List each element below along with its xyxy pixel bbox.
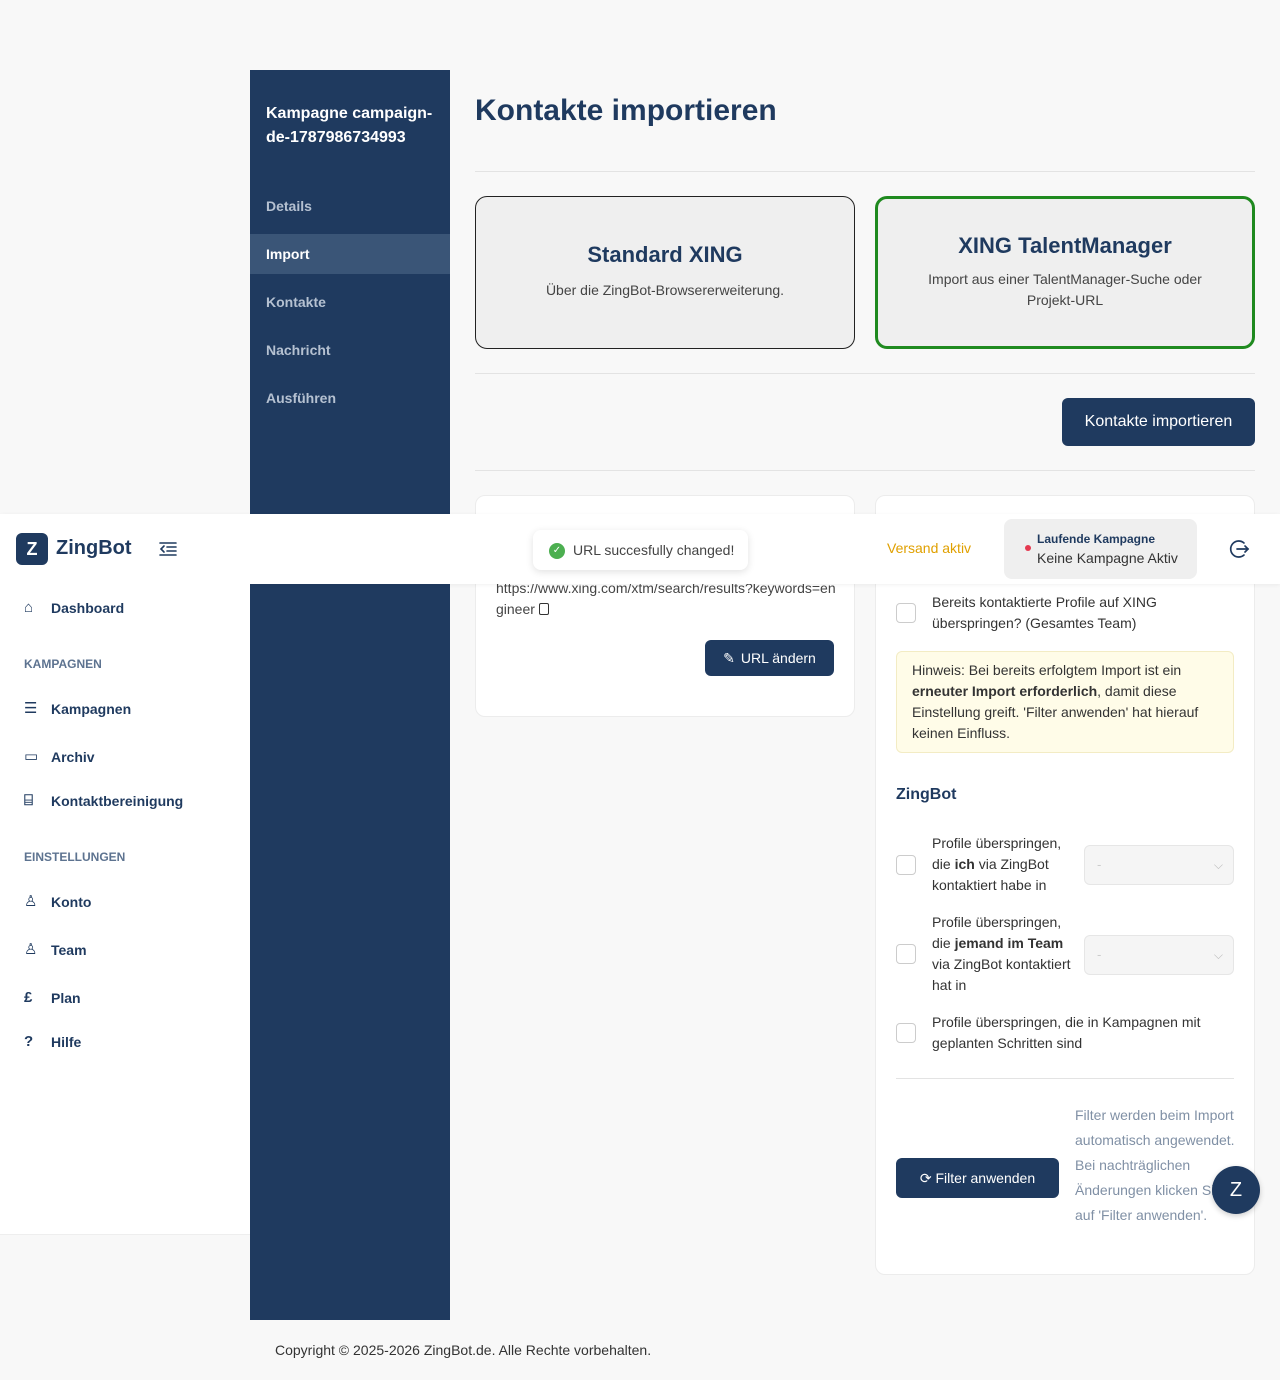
skip-team-label: Profile überspringen, die jemand im Team… [932, 914, 1071, 993]
collapse-menu-icon[interactable] [158, 539, 178, 559]
user-icon: ♙ [24, 893, 38, 910]
skip-planned-checkbox[interactable] [896, 1023, 916, 1043]
apply-filter-button[interactable]: ⟳ Filter anwenden [896, 1158, 1059, 1198]
check-circle-icon: ✓ [549, 543, 565, 559]
divider [475, 171, 1255, 172]
versand-status: Versand aktiv [887, 540, 972, 556]
skip-me-checkbox[interactable] [896, 855, 916, 875]
campaign-nav-nachricht[interactable]: Nachricht [250, 330, 450, 370]
list-icon: ☰ [24, 700, 38, 717]
skip-me-label: Profile überspringen, die ich via ZingBo… [932, 835, 1062, 893]
import-contacts-button[interactable]: Kontakte importieren [1062, 398, 1255, 446]
logo-icon[interactable]: Z [16, 533, 48, 565]
xing-skip-row: Bereits kontaktierte Profile auf XING üb… [896, 592, 1236, 634]
campaign-nav-import[interactable]: Import [250, 234, 450, 274]
campaign-sidebar: Kampagne campaign-de-1787986734993 Detai… [250, 70, 450, 1320]
zingbot-heading: ZingBot [896, 786, 957, 803]
campaign-nav: Details Import Kontakte Nachricht Ausfüh… [250, 186, 450, 426]
xing-skip-checkbox[interactable] [896, 603, 916, 623]
divider [475, 470, 1255, 471]
option-title: XING TalentManager [958, 233, 1172, 258]
option-title: Standard XING [587, 242, 743, 267]
campaign-nav-details[interactable]: Details [250, 186, 450, 226]
change-url-button[interactable]: ✎ URL ändern [705, 640, 834, 676]
page-title: Kontakte importieren [475, 94, 777, 127]
divider [896, 1078, 1234, 1079]
chevron-down-icon: ⌵ [1213, 948, 1223, 962]
skip-team-checkbox[interactable] [896, 944, 916, 964]
logout-icon[interactable] [1228, 538, 1250, 560]
status-dot-icon [1025, 545, 1031, 551]
xing-skip-label: Bereits kontaktierte Profile auf XING üb… [932, 594, 1157, 631]
home-icon: ⌂ [24, 599, 34, 616]
campaign-nav-kontakte[interactable]: Kontakte [250, 282, 450, 322]
filter-panel: Bereits kontaktierte Profile auf XING üb… [875, 495, 1255, 1275]
broom-icon: ⌸ [24, 792, 34, 809]
running-campaign-value: Keine Kampagne Aktiv [1037, 550, 1178, 566]
skip-me-select[interactable]: - ⌵ [1084, 845, 1234, 885]
footer-copyright: Copyright © 2025-2026 ZingBot.de. Alle R… [275, 1342, 652, 1358]
chat-fab-button[interactable]: Z [1212, 1166, 1260, 1214]
talentmanager-option[interactable]: XING TalentManager Import aus einer Tale… [875, 196, 1255, 349]
divider [475, 373, 1255, 374]
skip-planned-row: Profile überspringen, die in Kampagnen m… [896, 1012, 1236, 1054]
running-campaign-box[interactable]: Laufende Kampagne Keine Kampagne Aktiv [1004, 519, 1197, 579]
toast-notification: ✓ URL succesfully changed! [533, 530, 748, 570]
pound-icon: £ [24, 989, 33, 1006]
campaign-title: Kampagne campaign-de-1787986734993 [266, 105, 433, 146]
skip-team-select[interactable]: - ⌵ [1084, 935, 1234, 975]
option-description: Import aus einer TalentManager-Suche ode… [928, 271, 1202, 308]
skip-planned-label: Profile überspringen, die in Kampagnen m… [932, 1014, 1201, 1051]
filter-note: Filter werden beim Import automatisch an… [1075, 1107, 1235, 1223]
app-sidebar: ⌂ Dashboard KAMPAGNEN ☰ Kampagnen ▭ Archiv … [0, 584, 250, 1235]
help-icon: ? [24, 1033, 34, 1050]
section-kampagnen: KAMPAGNEN [24, 657, 102, 671]
hint-box: Hinweis: Bei bereits erfolgtem Import is… [896, 651, 1234, 753]
option-description: Über die ZingBot-Browsererweiterung. [545, 282, 785, 298]
section-einstellungen: EINSTELLUNGEN [24, 850, 126, 864]
copy-icon[interactable] [538, 603, 549, 615]
import-url: https://www.xing.com/xtm/search/results?… [496, 580, 836, 617]
top-header: Z ZingBot ✓ URL succesfully changed! Ver… [0, 514, 1280, 584]
pencil-icon: ✎ [723, 650, 735, 666]
running-campaign-label: Laufende Kampagne [1037, 532, 1156, 546]
standard-xing-option[interactable]: Standard XING Über die ZingBot-Browserer… [475, 196, 855, 349]
refresh-icon: ⟳ [919, 1170, 932, 1186]
team-icon: ♙ [24, 941, 38, 958]
chevron-down-icon: ⌵ [1213, 858, 1223, 872]
logo-text[interactable]: ZingBot [56, 537, 132, 560]
campaign-nav-ausfuehren[interactable]: Ausführen [250, 378, 450, 418]
folder-icon: ▭ [24, 748, 39, 765]
